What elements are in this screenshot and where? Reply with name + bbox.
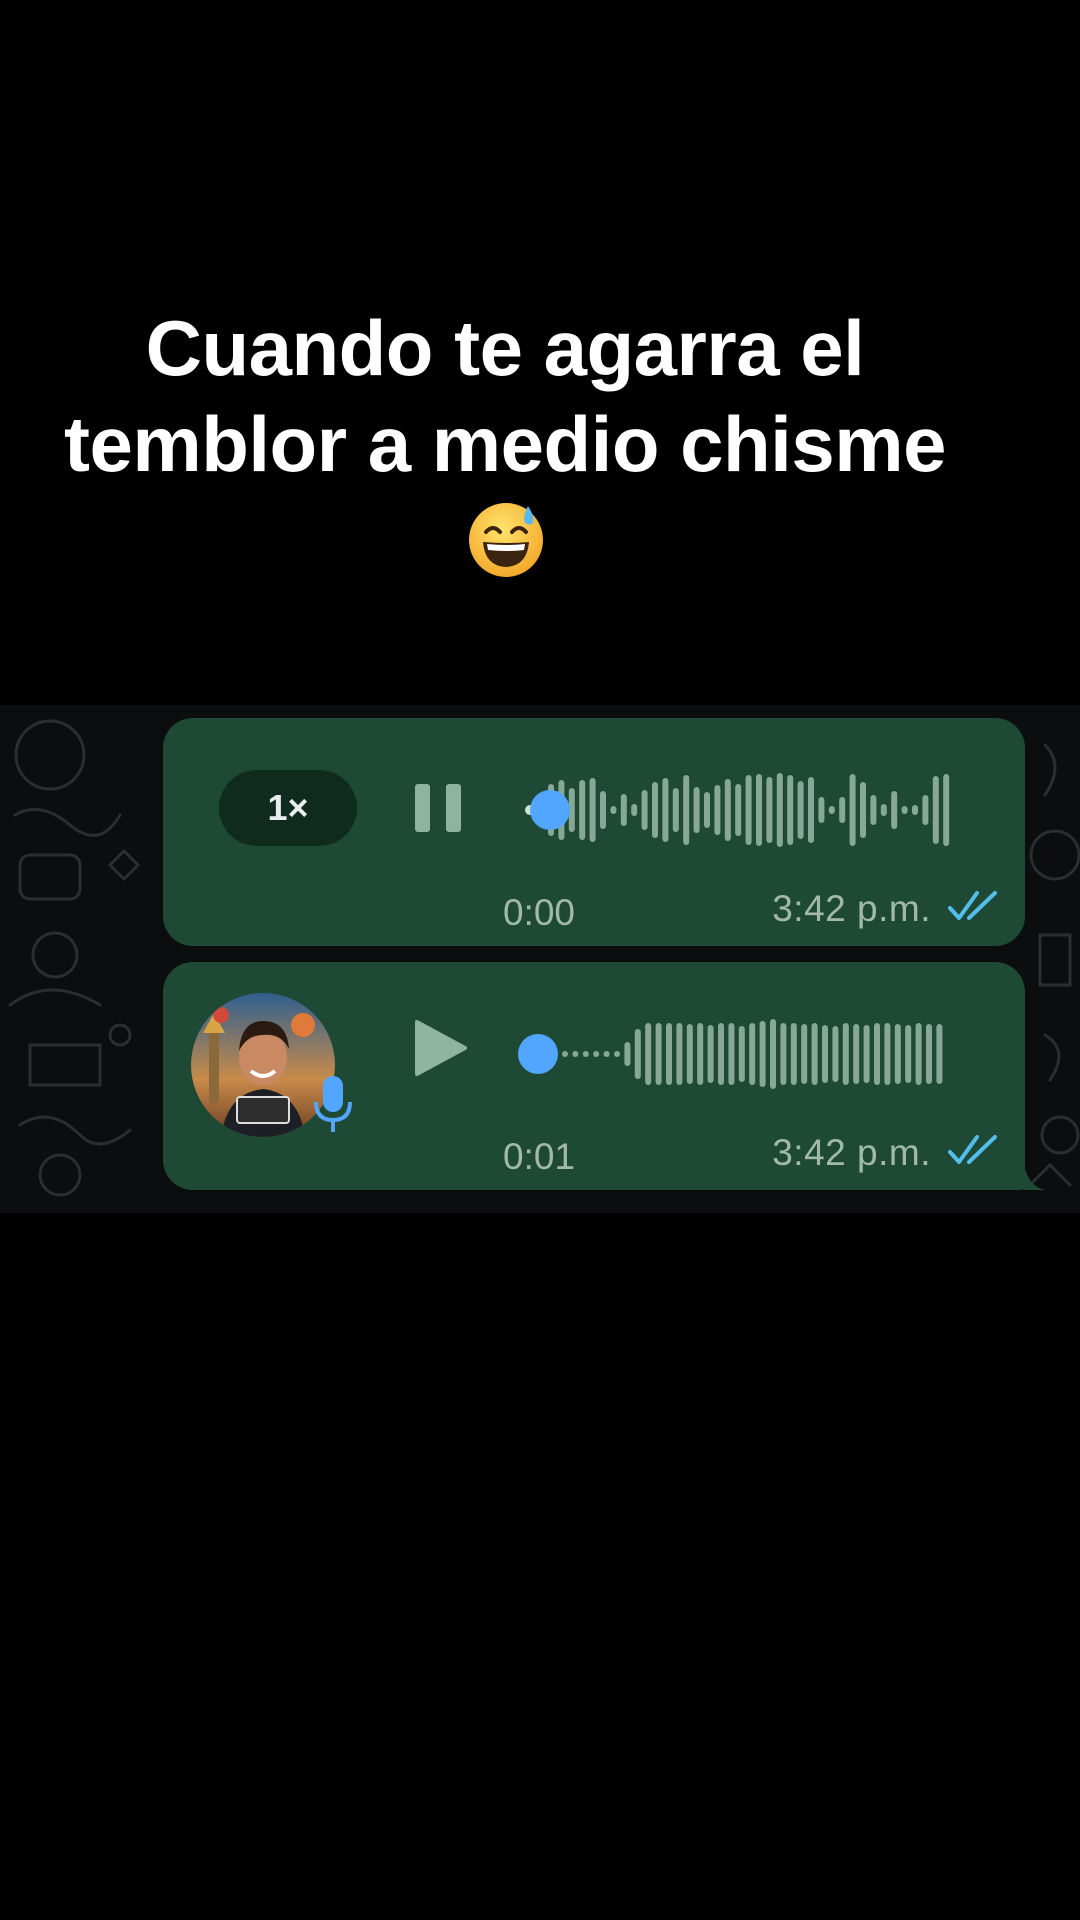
bubble-tail (1023, 1160, 1045, 1190)
waveform-bar (870, 795, 877, 825)
waveform-bar (704, 792, 710, 828)
waveform-bar (860, 782, 866, 838)
waveform-bar (901, 806, 908, 814)
waveform-bar (582, 1051, 589, 1057)
waveform-bar (905, 1025, 912, 1083)
waveform-bar (724, 779, 731, 841)
waveform-bar (832, 1026, 839, 1082)
pause-icon[interactable] (413, 782, 465, 834)
waveform-bar (756, 774, 762, 846)
waveform-bar (645, 1023, 652, 1085)
grinning-face-with-sweat-icon (469, 503, 543, 577)
waveform-bar (562, 1051, 568, 1057)
waveform-bar (620, 794, 627, 826)
waveform-bar (697, 1023, 704, 1085)
waveform-bar (787, 775, 794, 845)
waveform-bar (676, 1023, 683, 1085)
voice-message-bubble-1[interactable]: 1× 0:00 3:42 p.m. (163, 718, 1025, 946)
waveform-bar (655, 1023, 662, 1085)
waveform-bar (745, 775, 752, 845)
chat-area[interactable]: 1× 0:00 3:42 p.m. 0:01 3:42 p.m. (0, 705, 1080, 1213)
waveform-bar (749, 1023, 756, 1085)
waveform-bar (672, 788, 679, 832)
waveform-bars-1 (548, 773, 950, 847)
waveform-bar (738, 1026, 745, 1082)
waveform-bar (770, 1019, 776, 1089)
waveform-bar (839, 797, 846, 823)
waveform-bar (610, 806, 617, 814)
waveform-bar (631, 804, 638, 816)
waveform-bar (915, 1023, 922, 1085)
waveform-1[interactable] (518, 760, 1008, 860)
waveform-bar (842, 1023, 849, 1085)
waveform-bars-2 (562, 1019, 943, 1089)
waveform-bar (666, 1023, 672, 1085)
waveform-bar (589, 778, 596, 842)
waveform-bar (780, 1023, 787, 1085)
waveform-bar (894, 1024, 901, 1084)
elapsed-time-1: 0:00 (503, 892, 576, 933)
message-timestamp-2: 3:42 p.m. (772, 1132, 931, 1173)
waveform-bar (593, 1051, 600, 1057)
progress-knob-2[interactable] (518, 1034, 558, 1074)
waveform-bar (718, 1023, 724, 1085)
waveform-bar (693, 787, 700, 833)
waveform-bar (686, 1024, 693, 1084)
waveform-bar (683, 775, 690, 845)
elapsed-time-2: 0:01 (503, 1136, 576, 1177)
playback-speed-button[interactable]: 1× (219, 770, 357, 846)
caption-line-1: Cuando te agarra el (145, 304, 865, 392)
waveform-bar (714, 785, 721, 835)
waveform-bar (912, 805, 918, 815)
waveform-bar (707, 1025, 714, 1083)
progress-knob-1[interactable] (530, 790, 570, 830)
waveform-bar (884, 1023, 891, 1085)
waveform-bar (849, 774, 856, 846)
waveform-bar (828, 806, 835, 814)
waveform-bar (652, 782, 658, 838)
waveform-bar (922, 795, 929, 825)
waveform-bar (579, 780, 586, 840)
waveform-bar (641, 790, 648, 830)
waveform-bar (853, 1024, 860, 1084)
waveform-bar (926, 1024, 932, 1084)
waveform-bar (614, 1051, 620, 1057)
waveform-bar (766, 777, 773, 843)
waveform-bar (790, 1023, 797, 1085)
waveform-bar (822, 1025, 828, 1083)
read-double-check-icon (948, 1135, 997, 1164)
waveform-bar (662, 778, 669, 842)
waveform-bar (943, 774, 950, 846)
waveform-bar (735, 784, 742, 836)
waveform-bar (624, 1042, 631, 1066)
waveform-bar (634, 1029, 641, 1079)
waveform-bar (880, 804, 887, 816)
video-caption: Cuando te agarra el temblor a medio chis… (40, 300, 970, 592)
waveform-bar (600, 791, 606, 829)
waveform-bar (776, 773, 783, 847)
caption-line-2: temblor a medio chisme (64, 400, 946, 488)
waveform-bar (572, 1051, 579, 1057)
message-timestamp-1: 3:42 p.m. (772, 888, 931, 929)
waveform-bar (797, 781, 804, 839)
waveform-bar (818, 797, 825, 823)
waveform-bar (936, 1024, 943, 1084)
waveform-bar (801, 1024, 808, 1084)
microphone-icon (314, 1076, 352, 1132)
voice-message-bubble-2[interactable]: 0:01 3:42 p.m. (163, 962, 1045, 1190)
waveform-bar (932, 776, 939, 844)
waveform-bar (863, 1025, 870, 1083)
waveform-bar (759, 1021, 766, 1087)
waveform-bar (811, 1023, 818, 1085)
read-double-check-icon (948, 891, 997, 920)
play-icon[interactable] (413, 1018, 469, 1078)
waveform-bar (891, 791, 898, 829)
waveform-2[interactable] (518, 1004, 1008, 1104)
waveform-bar (874, 1023, 880, 1085)
waveform-bar (808, 777, 814, 843)
waveform-bar (728, 1023, 735, 1085)
waveform-bar (603, 1051, 610, 1057)
